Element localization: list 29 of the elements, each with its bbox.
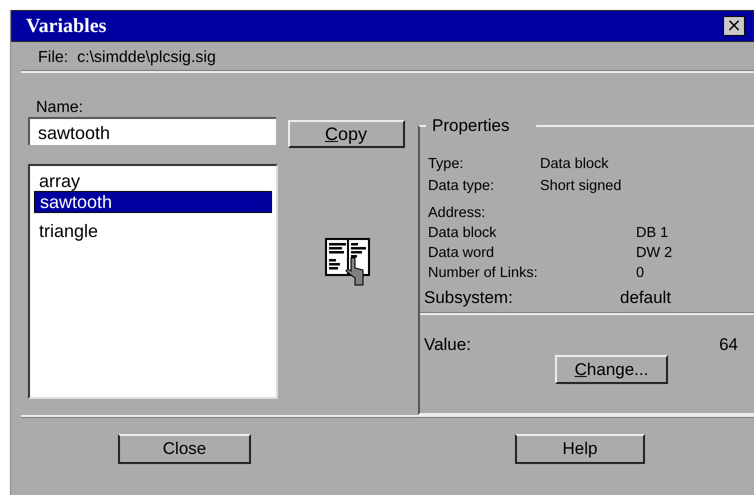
property-label: Data type:: [428, 177, 496, 196]
list-item[interactable]: sawtooth: [34, 190, 272, 213]
help-button[interactable]: Help: [515, 434, 645, 464]
properties-title: Properties: [426, 116, 536, 136]
property-label: Type:: [428, 155, 464, 174]
property-label: Data word: [428, 244, 496, 263]
name-label: Name:: [36, 99, 84, 117]
window-title: Variables: [26, 14, 106, 38]
property-value: Data block: [540, 155, 609, 174]
property-value: Short signed: [540, 177, 622, 196]
close-dialog-button[interactable]: Close: [118, 434, 251, 464]
address-label: Address:: [428, 205, 486, 221]
list-item[interactable]: triangle: [34, 220, 272, 241]
subsystem-label: Subsystem:: [424, 288, 514, 308]
property-label: Number of Links:: [428, 264, 539, 283]
name-field[interactable]: sawtooth: [28, 117, 276, 145]
change-button[interactable]: Change...: [555, 355, 668, 384]
property-label: Data block: [428, 224, 498, 243]
file-path: File: c:\simdde\plcsig.sig: [38, 49, 216, 66]
book-hand-icon: [325, 238, 371, 286]
property-value: DB 1: [636, 224, 668, 243]
value-label: Value:: [424, 335, 471, 355]
list-item[interactable]: array: [34, 170, 272, 191]
copy-button[interactable]: Copy: [288, 120, 404, 148]
close-button[interactable]: ×: [723, 16, 745, 36]
property-value: 0: [636, 264, 644, 283]
subsystem-value: default: [620, 288, 672, 308]
value-reading: 64: [719, 335, 738, 355]
property-value: DW 2: [636, 244, 672, 263]
